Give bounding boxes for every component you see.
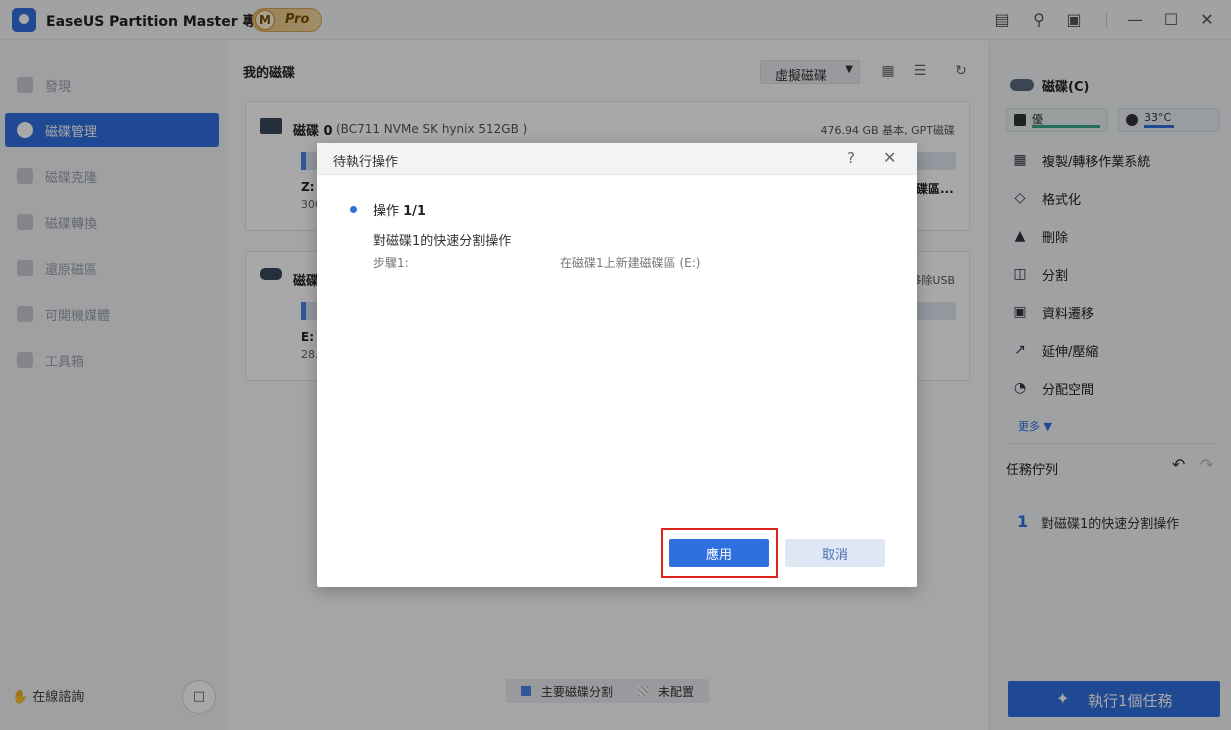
close-icon[interactable]: ✕	[883, 148, 896, 167]
step-label: 步驟1:	[373, 256, 409, 270]
dialog-title: 待執行操作	[333, 155, 399, 170]
step-value: 在磁碟1上新建磁碟區 (E:)	[560, 256, 701, 270]
operation-description: 對磁碟1的快速分割操作	[373, 234, 512, 249]
bullet-dot	[350, 206, 357, 213]
cancel-button[interactable]: 取消	[785, 539, 885, 567]
op-prefix: 操作	[373, 204, 404, 219]
operation-title: 操作 1/1	[373, 200, 426, 219]
dialog-header: 待執行操作 ? ✕	[317, 143, 917, 175]
help-icon[interactable]: ?	[847, 149, 855, 167]
pending-operations-dialog: 待執行操作 ? ✕ 操作 1/1 對磁碟1的快速分割操作 步驟1: 在磁碟1上新…	[317, 143, 917, 587]
op-count: 1/1	[403, 204, 426, 219]
apply-button[interactable]: 應用	[669, 539, 769, 567]
